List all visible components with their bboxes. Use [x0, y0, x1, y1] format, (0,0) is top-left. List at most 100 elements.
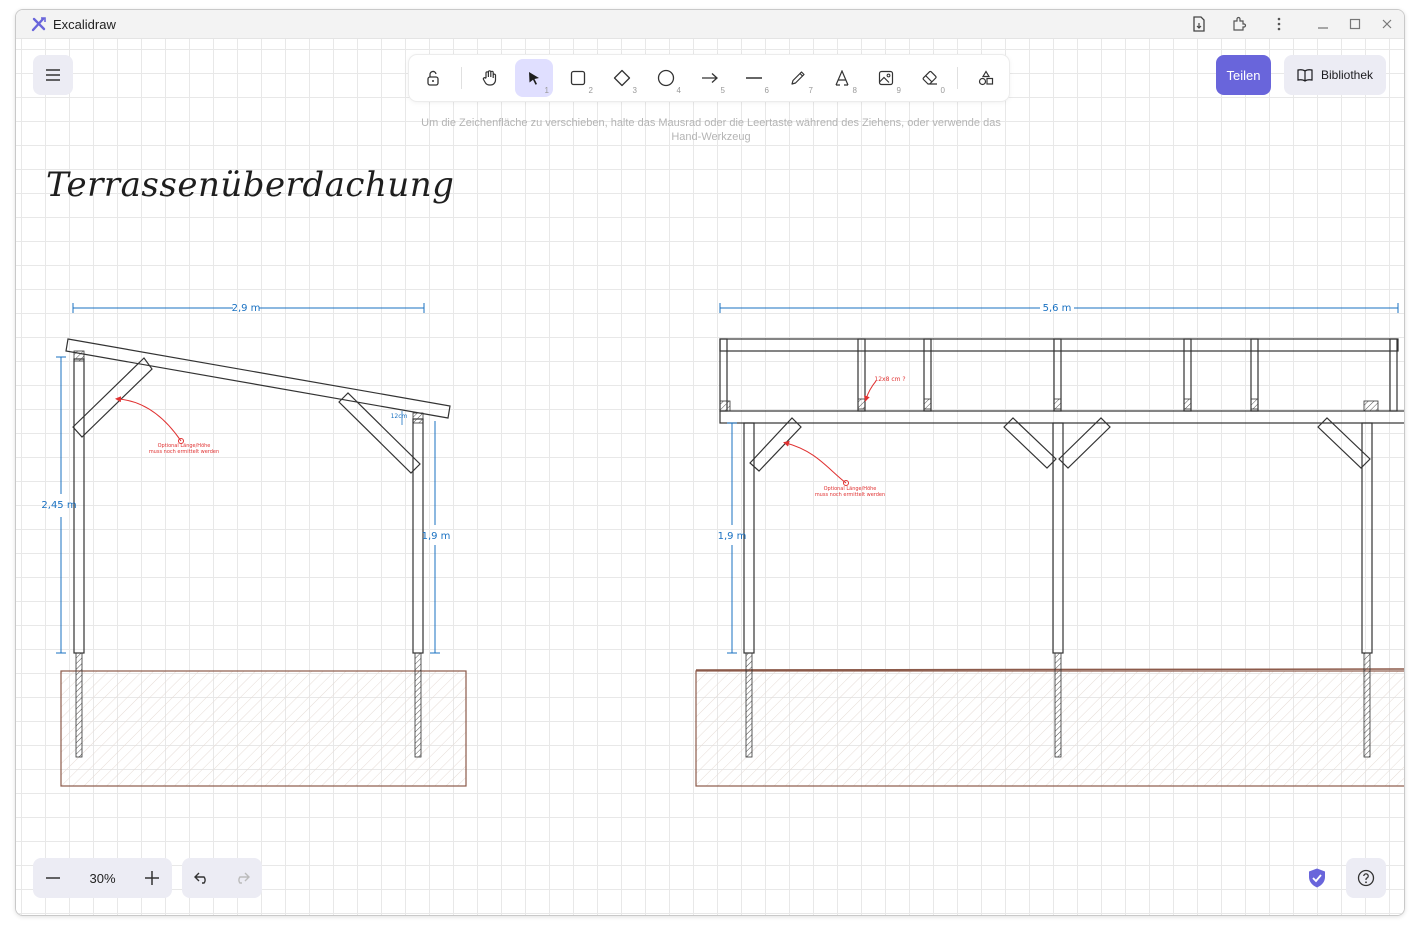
- right-ground-anchor: [1054, 652, 1062, 758]
- diamond-icon: [613, 69, 631, 87]
- zoom-controls: 30%: [33, 858, 172, 898]
- tool-diamond[interactable]: 3: [603, 59, 641, 97]
- main-menu-button[interactable]: [33, 55, 73, 95]
- tool-shortcut: 7: [808, 86, 813, 95]
- tool-shortcut: 0: [940, 86, 945, 95]
- image-icon: [878, 70, 894, 86]
- right-braces: [749, 417, 1371, 472]
- beam-size-label: 12cm: [391, 413, 408, 420]
- right-post: [1361, 422, 1373, 654]
- right-height-label: 1,9 m: [718, 531, 747, 542]
- lock-icon: [427, 70, 439, 86]
- tool-shortcut: 2: [588, 86, 593, 95]
- save-to-disk-icon[interactable]: [1189, 14, 1209, 34]
- undo-icon: [194, 872, 206, 884]
- right-main-beam: [719, 410, 1404, 424]
- tool-shortcut: 6: [764, 86, 769, 95]
- help-icon: [1357, 869, 1375, 887]
- right-ground-anchor: [745, 652, 753, 758]
- plus-icon: [145, 871, 159, 885]
- tool-hand[interactable]: [471, 59, 509, 97]
- line-icon: [746, 77, 762, 79]
- shapes-icon: [978, 70, 994, 86]
- tool-selection[interactable]: 1: [515, 59, 553, 97]
- right-post-height-label: 1,9 m: [422, 531, 451, 542]
- hand-icon: [482, 70, 497, 86]
- tool-eraser[interactable]: 0: [911, 59, 949, 97]
- tool-draw[interactable]: 7: [779, 59, 817, 97]
- drawing-canvas[interactable]: 2,9 m 2,45 m 1,9 m 12cm Optional Länge/H…: [16, 39, 1404, 915]
- right-rafter-caps: [719, 398, 1379, 412]
- redo-icon: [238, 872, 250, 884]
- library-button[interactable]: Bibliothek: [1284, 55, 1386, 95]
- rectangle-icon: [570, 70, 586, 86]
- left-annotation-arrow: [115, 396, 182, 442]
- left-brace: [338, 392, 421, 474]
- tool-rectangle[interactable]: 2: [559, 59, 597, 97]
- left-ground-block: [60, 670, 467, 787]
- right-top-rail: [719, 338, 1399, 352]
- right-width-label: 5,6 m: [1043, 303, 1072, 314]
- tool-lock[interactable]: [414, 59, 452, 97]
- redo-button[interactable]: [222, 858, 262, 898]
- left-height-label: 2,45 m: [41, 500, 76, 511]
- pencil-icon: [791, 71, 805, 85]
- toolbar-divider: [461, 67, 462, 89]
- left-ground-anchor: [75, 652, 83, 758]
- zoom-out-button[interactable]: [33, 858, 73, 898]
- right-annotation-arrow: [783, 440, 847, 484]
- tool-line[interactable]: 6: [735, 59, 773, 97]
- help-button[interactable]: [1346, 858, 1386, 898]
- book-icon: [1297, 69, 1313, 82]
- close-icon[interactable]: [1377, 14, 1397, 34]
- tool-shortcut: 3: [632, 86, 637, 95]
- minus-icon: [46, 877, 60, 879]
- zoom-in-button[interactable]: [132, 858, 172, 898]
- maximize-icon[interactable]: [1345, 14, 1365, 34]
- ellipse-icon: [657, 69, 675, 87]
- tool-more-shapes[interactable]: [967, 59, 1005, 97]
- tool-shortcut: 5: [720, 86, 725, 95]
- minimize-icon[interactable]: [1313, 14, 1333, 34]
- tool-ellipse[interactable]: 4: [647, 59, 685, 97]
- right-note-line2: muss noch ermittelt werden: [815, 492, 885, 498]
- encryption-shield-icon[interactable]: [1306, 867, 1328, 889]
- share-button[interactable]: Teilen: [1216, 55, 1271, 95]
- library-label: Bibliothek: [1320, 68, 1374, 82]
- left-width-label: 2,9 m: [232, 303, 261, 314]
- title-bar: Excalidraw: [16, 10, 1404, 39]
- hint-line-1: Um die Zeichenfläche zu verschieben, hal…: [421, 117, 1001, 129]
- zoom-reset-button[interactable]: 30%: [73, 858, 132, 898]
- left-post-cap: [412, 412, 424, 424]
- hint-line-2: Hand-Werkzeug: [671, 131, 751, 143]
- pointer-icon: [529, 72, 539, 85]
- text-icon: [835, 70, 849, 86]
- right-beam-annotation-arrow: [864, 380, 877, 402]
- left-ground-anchor: [414, 652, 422, 758]
- hamburger-icon: [46, 69, 60, 81]
- left-note-line2: muss noch ermittelt werden: [149, 449, 219, 455]
- right-ground-block: [695, 670, 1404, 787]
- eraser-icon: [922, 70, 937, 85]
- canvas-hint: Um die Zeichenfläche zu verschieben, hal…: [416, 116, 1006, 144]
- left-brace: [72, 357, 153, 438]
- tool-image[interactable]: 9: [867, 59, 905, 97]
- drawing-title: Terrassenüberdachung: [46, 165, 455, 205]
- more-icon[interactable]: [1269, 14, 1289, 34]
- arrow-icon: [702, 73, 718, 83]
- tool-shortcut: 8: [852, 86, 857, 95]
- history-controls: [182, 858, 262, 898]
- app-window: Excalidraw 2,9 m 2,45 m 1,9 m 12cm Optio…: [15, 9, 1405, 916]
- tool-shortcut: 1: [544, 86, 549, 95]
- tool-shortcut: 9: [896, 86, 901, 95]
- toolbar-divider: [957, 67, 958, 89]
- window-title: Excalidraw: [53, 17, 116, 32]
- shape-toolbar: 1 2 3 4 5 6 7 8 9 0: [409, 55, 1009, 101]
- tool-arrow[interactable]: 5: [691, 59, 729, 97]
- right-beam-note: 12x8 cm ?: [874, 376, 905, 383]
- extension-icon[interactable]: [1229, 14, 1249, 34]
- right-ground-anchor: [1363, 652, 1371, 758]
- tool-text[interactable]: 8: [823, 59, 861, 97]
- tool-shortcut: 4: [676, 86, 681, 95]
- undo-button[interactable]: [182, 858, 222, 898]
